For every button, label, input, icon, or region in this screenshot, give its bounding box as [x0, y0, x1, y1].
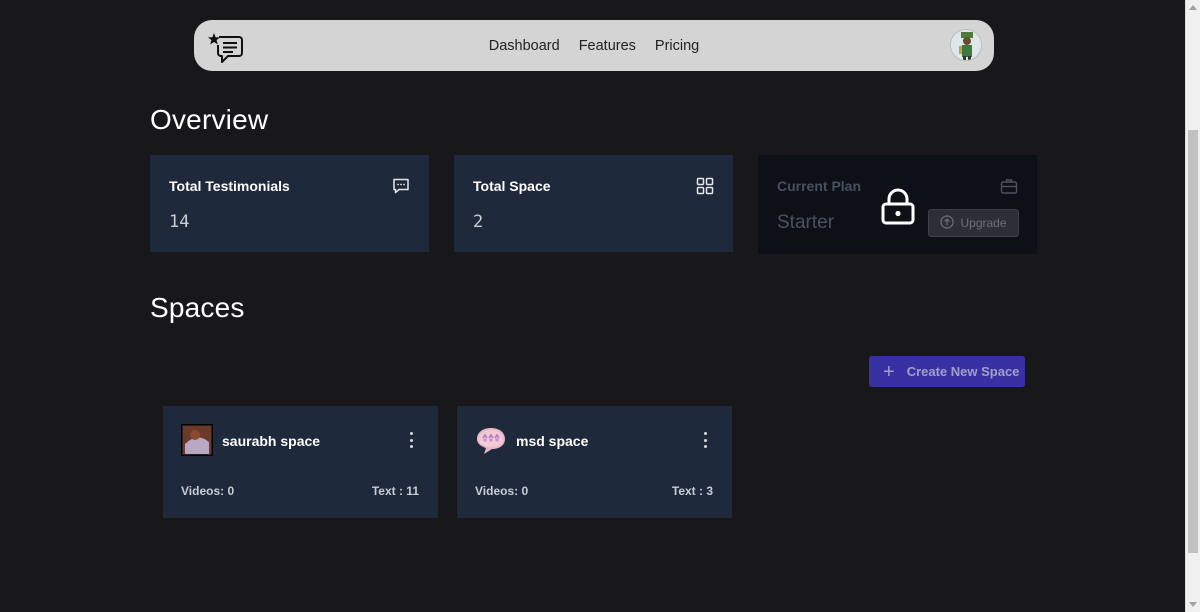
create-new-space-button[interactable]: + Create New Space: [869, 356, 1025, 387]
card-value: Starter: [777, 212, 835, 233]
grid-icon: [696, 177, 714, 195]
top-navbar: Dashboard Features Pricing: [194, 20, 994, 71]
videos-count: Videos: 0: [475, 484, 529, 498]
scroll-up-arrow-icon[interactable]: [1189, 5, 1197, 10]
text-count: Text : 11: [371, 484, 419, 498]
upgrade-arrow-icon: [940, 214, 955, 232]
briefcase-icon: [1000, 177, 1018, 195]
total-space-card: Total Space 2: [454, 155, 733, 252]
space-card[interactable]: msd space Videos: 0 Text : 3: [457, 406, 732, 518]
page-scrollbar[interactable]: [1185, 0, 1200, 612]
lock-icon: [880, 188, 916, 226]
card-label: Total Testimonials: [169, 178, 290, 194]
nav-link-features[interactable]: Features: [569, 38, 645, 54]
videos-count: Videos: 0: [181, 484, 235, 498]
card-label: Current Plan: [777, 178, 862, 194]
more-options-icon[interactable]: [408, 432, 414, 448]
space-card[interactable]: saurabh space Videos: 0 Text : 11: [163, 406, 438, 518]
upgrade-button[interactable]: Upgrade: [928, 209, 1019, 237]
card-label: Total Space: [473, 178, 551, 194]
create-new-space-label: Create New Space: [906, 364, 1020, 379]
nav-links: Dashboard Features Pricing: [194, 20, 994, 71]
overview-heading: Overview: [150, 104, 269, 135]
space-name: saurabh space: [222, 433, 321, 449]
message-icon: [392, 177, 410, 195]
card-value: 2: [473, 212, 484, 232]
nav-link-dashboard[interactable]: Dashboard: [479, 38, 569, 54]
scroll-down-arrow-icon[interactable]: [1189, 602, 1197, 607]
spaces-heading: Spaces: [150, 292, 245, 323]
space-thumbnail: [475, 424, 507, 456]
upgrade-label: Upgrade: [960, 216, 1007, 230]
nav-link-pricing[interactable]: Pricing: [645, 38, 708, 54]
current-plan-card: Current Plan Starter Upgrade: [758, 155, 1037, 254]
space-thumbnail: [180, 423, 214, 457]
scrollbar-thumb[interactable]: [1188, 130, 1198, 553]
text-count: Text : 3: [671, 484, 713, 498]
card-value: 14: [169, 212, 190, 232]
user-avatar[interactable]: [950, 29, 982, 61]
total-testimonials-card: Total Testimonials 14: [150, 155, 429, 252]
more-options-icon[interactable]: [702, 432, 708, 448]
plus-icon: +: [883, 360, 895, 383]
space-name: msd space: [516, 433, 589, 449]
